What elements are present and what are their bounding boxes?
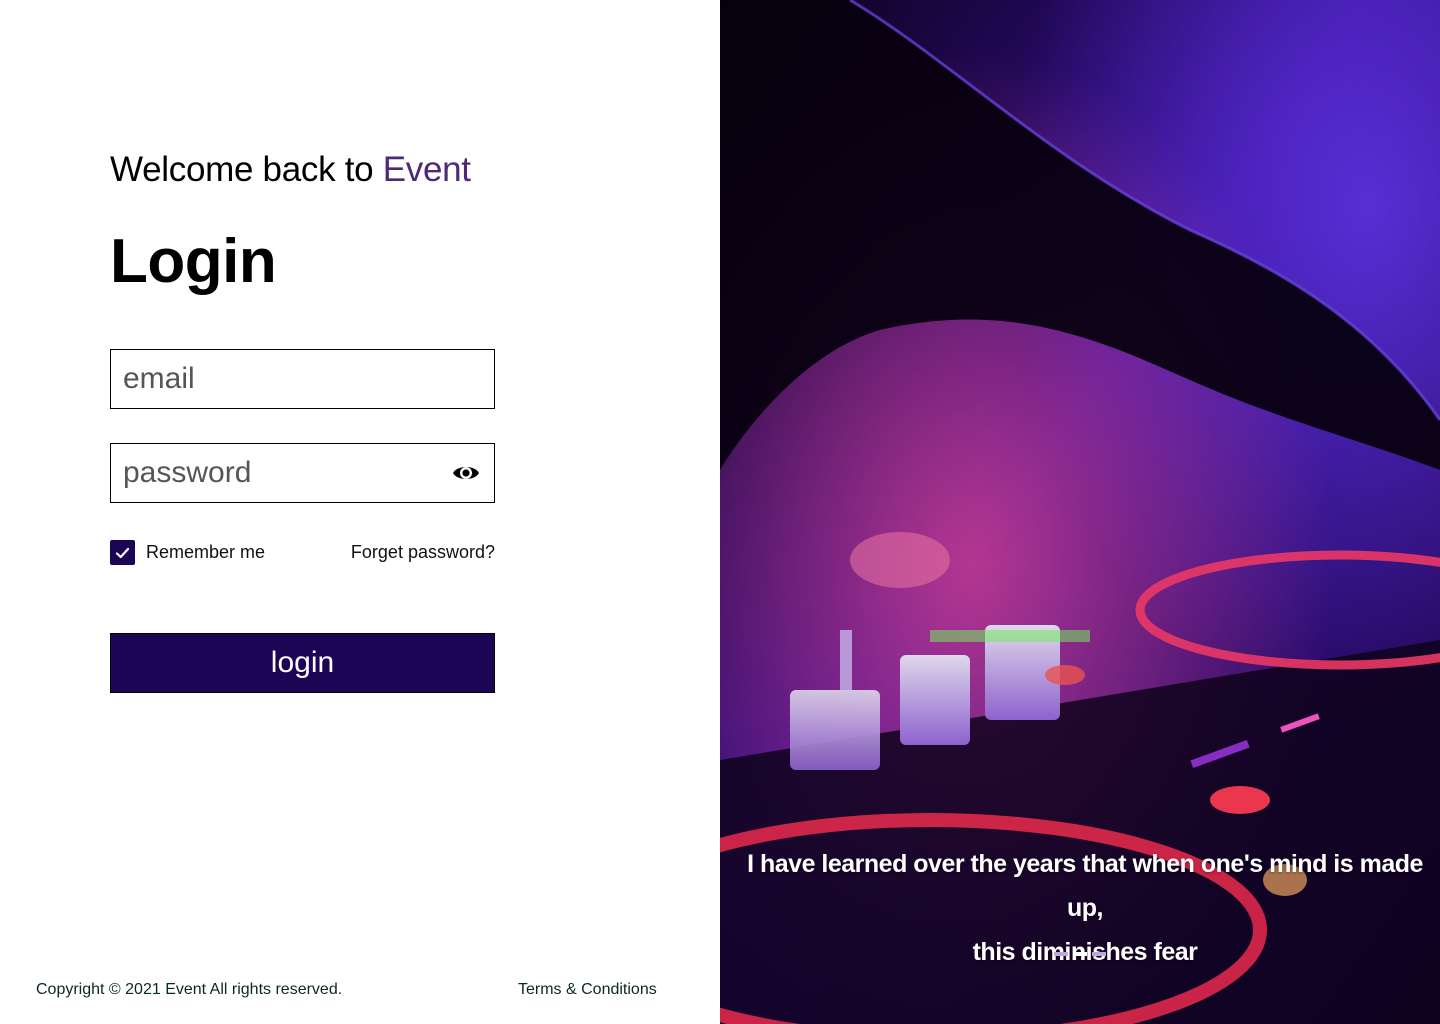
hero-image-panel: I have learned over the years that when … <box>720 0 1440 1024</box>
password-input[interactable] <box>111 444 494 502</box>
email-field-wrapper <box>110 349 495 409</box>
password-field-wrapper <box>110 443 495 503</box>
check-icon <box>115 547 130 558</box>
carousel-indicators <box>1054 952 1106 956</box>
welcome-heading: Welcome back to Event <box>110 150 471 190</box>
remember-me-label: Remember me <box>146 542 266 562</box>
brand-name: Event <box>382 150 471 189</box>
remember-me-checkbox[interactable]: Remember me <box>110 540 265 565</box>
carousel-dot-active[interactable] <box>1073 952 1087 956</box>
terms-link[interactable]: Terms & Conditions <box>518 981 657 999</box>
forgot-password-link[interactable]: Forget password? <box>351 542 495 563</box>
eye-icon[interactable] <box>452 462 480 484</box>
page-title: Login <box>110 227 277 296</box>
checkbox-box[interactable] <box>110 540 135 565</box>
welcome-prefix: Welcome back to <box>110 150 383 189</box>
carousel-dot[interactable] <box>1092 952 1106 956</box>
login-panel: Welcome back to Event Login Remember me … <box>0 0 720 1024</box>
login-button[interactable]: login <box>110 633 495 693</box>
hero-quote-line-1: I have learned over the years that when … <box>747 850 1423 922</box>
carousel-dot[interactable] <box>1054 952 1068 956</box>
copyright-text: Copyright © 2021 Event All rights reserv… <box>36 981 343 998</box>
email-input[interactable] <box>111 350 494 408</box>
